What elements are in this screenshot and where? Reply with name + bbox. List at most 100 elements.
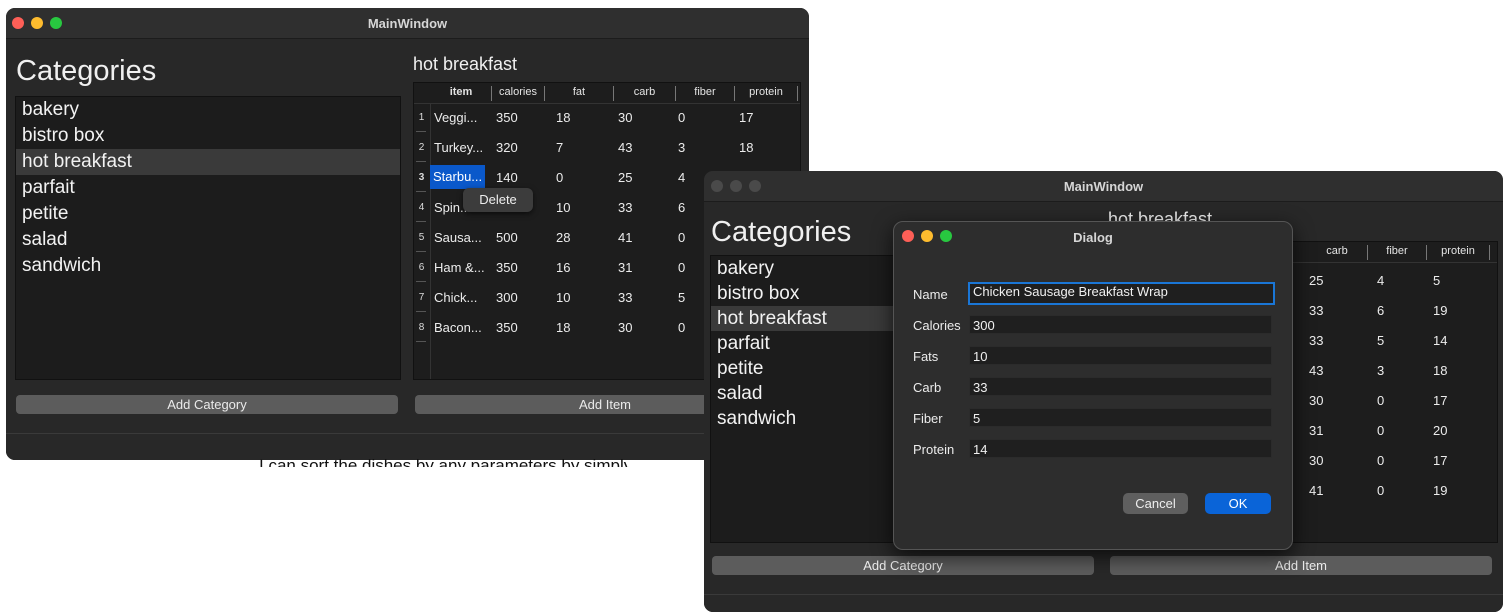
- table-cell-fat[interactable]: 16: [556, 260, 570, 275]
- table-cell-calories[interactable]: 500: [496, 230, 518, 245]
- table-cell-fiber[interactable]: 0: [678, 260, 685, 275]
- table-cell-fiber[interactable]: 6: [678, 200, 685, 215]
- add-category-button[interactable]: Add Category: [16, 395, 398, 414]
- row-separator: [416, 281, 426, 282]
- table-cell-calories[interactable]: 320: [496, 140, 518, 155]
- table-cell-item[interactable]: Veggi...: [434, 110, 477, 125]
- cancel-button[interactable]: Cancel: [1123, 493, 1188, 514]
- table-cell-protein[interactable]: 18: [739, 140, 753, 155]
- category-item-sandwich[interactable]: sandwich: [16, 253, 400, 279]
- table-cell-protein[interactable]: 18: [1433, 363, 1447, 378]
- category-item-bakery[interactable]: bakery: [16, 97, 400, 123]
- category-item-parfait[interactable]: parfait: [16, 175, 400, 201]
- table-cell-fat[interactable]: 18: [556, 320, 570, 335]
- table-cell-protein[interactable]: 17: [1433, 453, 1447, 468]
- table-cell-carb[interactable]: 31: [1309, 423, 1323, 438]
- table-cell-fat[interactable]: 28: [556, 230, 570, 245]
- category-list[interactable]: bakery bistro box hot breakfast parfait …: [15, 96, 401, 380]
- table-cell-calories[interactable]: 350: [496, 110, 518, 125]
- table-cell-protein[interactable]: 5: [1433, 273, 1440, 288]
- table-cell-fat[interactable]: 18: [556, 110, 570, 125]
- table-cell-carb[interactable]: 41: [618, 230, 632, 245]
- fats-field[interactable]: 10: [969, 346, 1272, 365]
- category-item-petite[interactable]: petite: [16, 201, 400, 227]
- ok-button[interactable]: OK: [1205, 493, 1271, 514]
- table-cell-fiber[interactable]: 3: [1377, 363, 1384, 378]
- table-cell-protein[interactable]: 17: [1433, 393, 1447, 408]
- column-header-carb[interactable]: carb: [614, 86, 676, 101]
- table-cell-carb[interactable]: 30: [618, 110, 632, 125]
- table-cell-carb[interactable]: 33: [1309, 303, 1323, 318]
- table-cell-item[interactable]: Sausa...: [434, 230, 482, 245]
- table-title: hot breakfast: [413, 54, 518, 74]
- column-header-carb[interactable]: carb: [1307, 245, 1368, 260]
- table-cell-fat[interactable]: 10: [556, 200, 570, 215]
- column-header-protein[interactable]: protein: [735, 86, 798, 101]
- table-cell-item[interactable]: Chick...: [434, 290, 477, 305]
- name-field[interactable]: Chicken Sausage Breakfast Wrap: [968, 282, 1275, 305]
- context-menu-delete[interactable]: Delete: [479, 192, 517, 207]
- table-cell-fiber[interactable]: 0: [678, 110, 685, 125]
- table-cell-carb[interactable]: 33: [1309, 333, 1323, 348]
- category-item-hot-breakfast[interactable]: hot breakfast: [16, 149, 400, 175]
- table-cell-fat[interactable]: 0: [556, 170, 563, 185]
- table-cell-carb[interactable]: 31: [618, 260, 632, 275]
- table-cell-fiber[interactable]: 0: [1377, 393, 1384, 408]
- table-cell-carb[interactable]: 43: [1309, 363, 1323, 378]
- table-cell-fiber[interactable]: 5: [1377, 333, 1384, 348]
- table-cell-fat[interactable]: 10: [556, 290, 570, 305]
- table-cell-calories[interactable]: 350: [496, 320, 518, 335]
- table-cell-calories[interactable]: 350: [496, 260, 518, 275]
- table-cell-fat[interactable]: 7: [556, 140, 563, 155]
- table-cell-carb[interactable]: 25: [1309, 273, 1323, 288]
- row-number: 8: [418, 322, 425, 333]
- column-header-fiber[interactable]: fiber: [676, 86, 735, 101]
- titlebar[interactable]: MainWindow: [6, 8, 809, 39]
- table-cell-protein[interactable]: 19: [1433, 483, 1447, 498]
- column-header-calories[interactable]: calories: [492, 86, 545, 101]
- table-cell-item[interactable]: Bacon...: [434, 320, 482, 335]
- table-cell-carb[interactable]: 33: [618, 200, 632, 215]
- column-header-protein[interactable]: protein: [1427, 245, 1490, 260]
- table-cell-fiber[interactable]: 5: [678, 290, 685, 305]
- category-item-bistro-box[interactable]: bistro box: [16, 123, 400, 149]
- table-cell-protein[interactable]: 19: [1433, 303, 1447, 318]
- table-cell-carb[interactable]: 30: [1309, 453, 1323, 468]
- table-cell-fiber[interactable]: 6: [1377, 303, 1384, 318]
- table-cell-item[interactable]: Starbu...: [430, 165, 486, 189]
- table-cell-carb[interactable]: 41: [1309, 483, 1323, 498]
- table-cell-carb[interactable]: 25: [618, 170, 632, 185]
- table-cell-protein[interactable]: 17: [739, 110, 753, 125]
- row-separator: [416, 191, 426, 192]
- carb-field[interactable]: 33: [969, 377, 1272, 396]
- table-cell-item[interactable]: Ham &...: [434, 260, 485, 275]
- table-cell-carb[interactable]: 30: [618, 320, 632, 335]
- table-cell-carb[interactable]: 33: [618, 290, 632, 305]
- table-cell-fiber[interactable]: 4: [678, 170, 685, 185]
- table-cell-fiber[interactable]: 4: [1377, 273, 1384, 288]
- column-header-fiber[interactable]: fiber: [1368, 245, 1427, 260]
- table-cell-fiber[interactable]: 0: [1377, 423, 1384, 438]
- table-cell-item[interactable]: Turkey...: [434, 140, 483, 155]
- fiber-field[interactable]: 5: [969, 408, 1272, 427]
- category-item-salad[interactable]: salad: [16, 227, 400, 253]
- protein-field[interactable]: 14: [969, 439, 1272, 458]
- table-cell-calories[interactable]: 300: [496, 290, 518, 305]
- titlebar[interactable]: MainWindow: [704, 171, 1503, 202]
- table-cell-fiber[interactable]: 0: [1377, 483, 1384, 498]
- table-cell-calories[interactable]: 140: [496, 170, 518, 185]
- column-header-item[interactable]: item: [431, 86, 492, 101]
- row-header-divider: [430, 103, 431, 379]
- table-cell-carb[interactable]: 43: [618, 140, 632, 155]
- calories-field[interactable]: 300: [969, 315, 1272, 334]
- table-cell-fiber[interactable]: 3: [678, 140, 685, 155]
- add-item-button[interactable]: Add Item: [1110, 556, 1492, 575]
- add-category-button[interactable]: Add Category: [712, 556, 1094, 575]
- table-cell-protein[interactable]: 14: [1433, 333, 1447, 348]
- table-cell-fiber[interactable]: 0: [1377, 453, 1384, 468]
- table-cell-fiber[interactable]: 0: [678, 230, 685, 245]
- column-header-fat[interactable]: fat: [545, 86, 614, 101]
- table-cell-protein[interactable]: 20: [1433, 423, 1447, 438]
- table-cell-carb[interactable]: 30: [1309, 393, 1323, 408]
- table-cell-fiber[interactable]: 0: [678, 320, 685, 335]
